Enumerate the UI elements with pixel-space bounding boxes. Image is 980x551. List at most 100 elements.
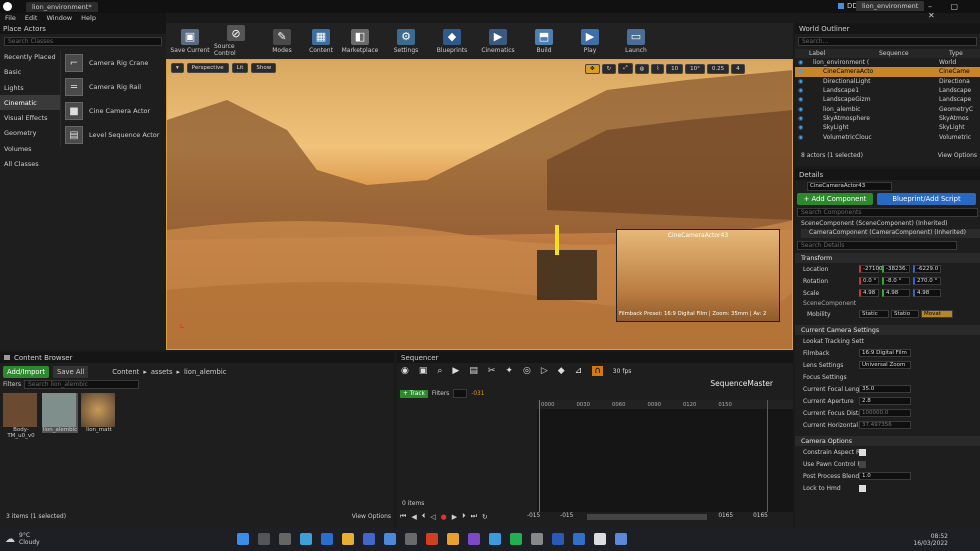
category-volumes[interactable]: Volumes	[0, 141, 60, 156]
clap-icon[interactable]: ▤	[469, 366, 478, 376]
perspective-button[interactable]: Perspective	[186, 63, 229, 73]
visibility-eye-icon[interactable]: ◉	[795, 134, 809, 141]
marketplace-button[interactable]: ◧ Marketplace	[338, 28, 382, 54]
world-local-icon[interactable]: ◍	[634, 63, 650, 74]
scale-x[interactable]: 4.98	[859, 289, 879, 297]
surface-snap-icon[interactable]: ⌇	[651, 63, 665, 74]
world-outliner-tab[interactable]: World Outliner	[795, 23, 980, 34]
key-icon[interactable]: ✦	[505, 366, 513, 376]
visibility-eye-icon[interactable]: ◉	[795, 68, 809, 75]
grid-snap-value[interactable]: 10	[666, 63, 684, 74]
mobility-static[interactable]: Static	[859, 310, 889, 318]
category-visual-effects[interactable]: Visual Effects	[0, 110, 60, 125]
viewport-menu-button[interactable]: ▾	[171, 63, 184, 73]
category-geometry[interactable]: Geometry	[0, 125, 60, 140]
level-viewport[interactable]: ▾ Perspective Lit Show ✥ ↻ ⤢ ◍ ⌇ 10 10° …	[166, 59, 793, 350]
rotation-snap-value[interactable]: 10°	[685, 63, 705, 74]
rotate-tool-icon[interactable]: ↻	[601, 63, 617, 74]
header-label[interactable]: Label	[809, 50, 879, 57]
actor-camera-rig-rail[interactable]: ═ Camera Rig Rail	[61, 75, 166, 99]
reverse-icon[interactable]: ◁	[430, 513, 435, 521]
start-marker[interactable]	[539, 400, 540, 512]
clock[interactable]: 08:52 16/03/2022	[910, 533, 948, 547]
add-import-button[interactable]: Add/Import	[3, 366, 50, 378]
menu-file[interactable]: File	[5, 14, 16, 22]
view-end[interactable]: 0165	[753, 513, 768, 519]
camera-settings-section[interactable]: Current Camera Settings	[795, 325, 980, 335]
camera-options-section[interactable]: Camera Options	[795, 436, 980, 446]
add-component-button[interactable]: + Add Component	[797, 193, 873, 205]
save-seq-icon[interactable]: ▣	[419, 366, 428, 376]
aperture-field[interactable]: 2.8	[859, 397, 911, 405]
rotation-z[interactable]: 270.0 °	[913, 277, 941, 285]
mobility-stationary[interactable]: Statio	[891, 310, 919, 318]
blueprints-button[interactable]: ◆ Blueprints	[430, 28, 474, 54]
asset-tile-selected[interactable]: lion_alembic	[42, 393, 78, 433]
level-tab[interactable]: lion_environment*	[26, 2, 98, 12]
bluetooth-icon[interactable]	[573, 533, 585, 545]
rotation-x[interactable]: 0.0 °	[859, 277, 879, 285]
outliner-row[interactable]: ◉ SkyAtmosphere SkyAtmos	[795, 114, 980, 123]
play-seq-icon[interactable]: ▶	[452, 513, 457, 521]
content-button[interactable]: ▦ Content	[306, 28, 336, 54]
end-marker[interactable]	[767, 400, 768, 512]
view-start[interactable]: -015	[527, 513, 540, 519]
modes-button[interactable]: ✎ Modes	[260, 28, 304, 54]
outliner-row[interactable]: ◉ SkyLight SkyLight	[795, 123, 980, 132]
camera-component-row[interactable]: CameraComponent (CameraComponent) (Inher…	[801, 229, 980, 238]
lookat-row[interactable]: Lookat Tracking Sett	[795, 335, 980, 347]
eye-icon[interactable]: ◎	[523, 366, 531, 376]
category-basic[interactable]: Basic	[0, 64, 60, 79]
store-icon[interactable]	[363, 533, 375, 545]
seq-filters-button[interactable]: Filters	[432, 391, 449, 397]
path-assets[interactable]: assets	[151, 368, 173, 376]
dropbox-icon[interactable]	[321, 533, 333, 545]
category-recently-placed[interactable]: Recently Placed	[0, 49, 60, 64]
outliner-row[interactable]: ◉ Landscape1 Landscape	[795, 86, 980, 95]
outliner-row[interactable]: ◉ DirectionalLight Directiona	[795, 77, 980, 86]
class-search-input[interactable]: Search Classes	[4, 37, 162, 46]
filters-button[interactable]: Filters	[3, 381, 21, 388]
mail-icon[interactable]	[384, 533, 396, 545]
outliner-row[interactable]: ◉ lion_environment (World	[795, 58, 980, 67]
component-search-input[interactable]: Search Components	[797, 208, 978, 217]
scale-snap-value[interactable]: 0.25	[706, 63, 730, 74]
focal-length-field[interactable]: 35.0	[859, 385, 911, 393]
mobility-movable[interactable]: Movat	[921, 310, 953, 318]
scene-component-row[interactable]: SceneComponent (SceneComponent) (Inherit…	[801, 220, 980, 229]
outliner-row[interactable]: ◉ CineCameraActo CineCame	[795, 67, 980, 77]
menu-edit[interactable]: Edit	[25, 14, 38, 22]
lens-select[interactable]: Universal Zoom	[859, 361, 911, 369]
scale-z[interactable]: 4.98	[913, 289, 941, 297]
curve-icon[interactable]: ⊿	[575, 366, 583, 376]
path-lion-alembic[interactable]: lion_alembic	[184, 368, 226, 376]
constrain-aspect-checkbox[interactable]	[859, 448, 866, 456]
jump-end-icon[interactable]: ⏭	[471, 512, 477, 521]
save-all-button[interactable]: Save All	[53, 366, 89, 378]
visibility-eye-icon[interactable]: ◉	[795, 124, 809, 131]
build-button[interactable]: ⬒ Build	[522, 28, 566, 54]
actor-level-sequence[interactable]: ▤ Level Sequence Actor	[61, 123, 166, 147]
playback-icon[interactable]: ▷	[541, 366, 548, 376]
launch-button[interactable]: ▭ Launch	[614, 28, 658, 54]
translate-tool-icon[interactable]: ✥	[585, 63, 600, 74]
actor-cine-camera[interactable]: ■ Cine Camera Actor	[61, 99, 166, 123]
visibility-eye-icon[interactable]: ◉	[795, 106, 809, 113]
category-lights[interactable]: Lights	[0, 80, 60, 95]
location-y[interactable]: -38236.	[882, 265, 910, 273]
visibility-eye-icon[interactable]: ◉	[795, 87, 809, 94]
actor-camera-rig-crane[interactable]: ⌐ Camera Rig Crane	[61, 51, 166, 75]
post-process-field[interactable]: 1.0	[859, 472, 911, 480]
asset-tile[interactable]: Body-TM_u0_v0	[3, 393, 39, 439]
path-content[interactable]: Content	[112, 368, 139, 376]
playback-start[interactable]: -015	[560, 513, 573, 519]
sequencer-tab[interactable]: Sequencer	[397, 352, 793, 363]
visibility-eye-icon[interactable]: ◉	[795, 96, 809, 103]
seq-search-input[interactable]	[453, 389, 468, 398]
asset-tile[interactable]: lion_matt	[81, 393, 117, 433]
place-actors-tab[interactable]: Place Actors	[0, 23, 166, 34]
outliner-row[interactable]: ◉ VolumetricClouc Volumetric	[795, 132, 980, 141]
render-icon[interactable]: ▶	[452, 366, 459, 376]
lock-hmd-checkbox[interactable]	[859, 484, 866, 492]
playback-end[interactable]: 0165	[718, 513, 733, 519]
